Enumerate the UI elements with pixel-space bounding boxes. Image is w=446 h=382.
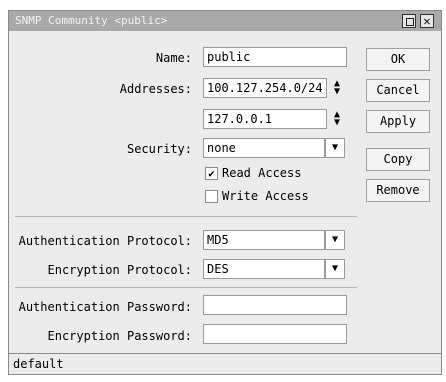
auth-protocol-select[interactable]: MD5 [203,230,325,250]
auth-protocol-label: Authentication Protocol: [18,234,192,248]
ok-button[interactable]: OK [366,48,430,71]
write-access-checkbox[interactable] [205,190,218,203]
status-bar: default [9,353,441,374]
security-select[interactable]: none [203,138,325,158]
restore-icon[interactable] [402,14,416,28]
remove-button[interactable]: Remove [366,179,430,202]
enc-password-label: Encryption Password: [47,329,193,343]
separator [15,216,357,217]
window-title: SNMP Community <public> [15,14,168,27]
close-icon[interactable]: ✕ [420,14,434,28]
address-input-1[interactable]: 100.127.254.0/24 [203,78,327,98]
snmp-community-window: SNMP Community <public> ✕ Name: public A… [8,10,442,375]
separator [15,287,357,288]
enc-password-input[interactable] [203,324,347,344]
address-1-spinner-icon[interactable]: ▲ ▼ [331,79,343,97]
apply-button[interactable]: Apply [366,110,430,133]
enc-protocol-select[interactable]: DES [203,259,325,279]
security-dropdown-icon[interactable]: ▼ [325,138,345,158]
enc-protocol-dropdown-icon[interactable]: ▼ [325,259,345,279]
read-access-label: Read Access [222,166,302,180]
enc-protocol-label: Encryption Protocol: [47,263,193,277]
cancel-button[interactable]: Cancel [366,79,430,102]
read-access-checkbox[interactable]: ✔ [205,167,218,180]
status-text: default [13,357,64,371]
auth-password-input[interactable] [203,295,347,315]
name-label: Name: [155,51,192,65]
address-2-spinner-icon[interactable]: ▲ ▼ [331,110,343,128]
copy-button[interactable]: Copy [366,148,430,171]
address-input-2[interactable]: 127.0.0.1 [203,109,327,129]
write-access-label: Write Access [222,189,309,203]
name-input[interactable]: public [203,47,347,67]
auth-password-label: Authentication Password: [18,300,192,314]
title-bar[interactable]: SNMP Community <public> ✕ [9,11,441,31]
addresses-label: Addresses: [119,82,192,96]
security-label: Security: [126,142,192,156]
auth-protocol-dropdown-icon[interactable]: ▼ [325,230,345,250]
